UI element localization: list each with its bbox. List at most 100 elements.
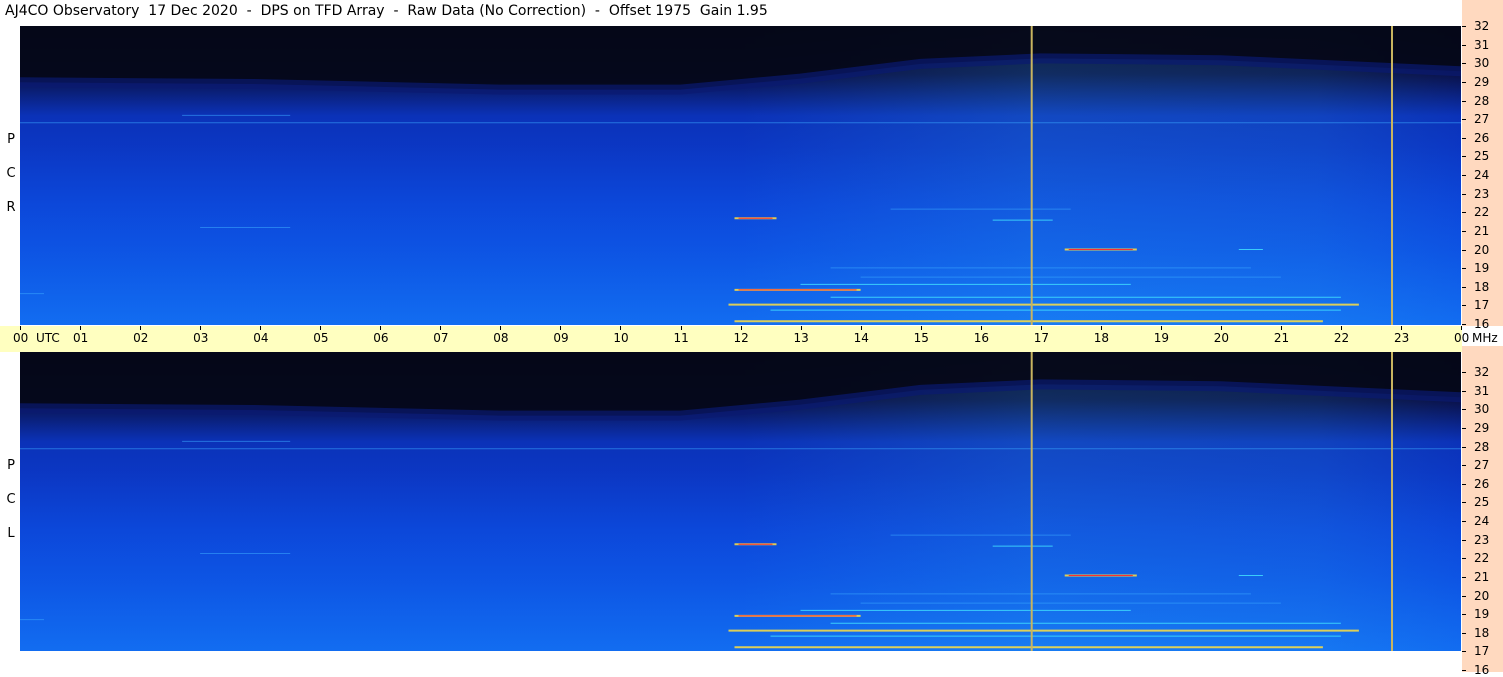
lcp-spectrogram-svg bbox=[20, 352, 1461, 651]
lcp-freq-label-16: 16 bbox=[1474, 663, 1490, 677]
time-tick bbox=[920, 326, 922, 330]
time-tick bbox=[1461, 326, 1462, 330]
time-label-3: 03 bbox=[193, 331, 209, 345]
time-tick bbox=[680, 326, 682, 330]
rcp-freq-label-29: 29 bbox=[1474, 74, 1490, 89]
lcp-frequency-axis: 32 31 30 29 28 27 26 25 24 23 22 21 20 19 18 17 16 bbox=[1462, 346, 1503, 676]
lcp-freq-label-30: 30 bbox=[1474, 402, 1490, 417]
lcp-freq-tick bbox=[1462, 465, 1466, 467]
time-label-21: 21 bbox=[1273, 331, 1290, 345]
rcp-freq-label-26: 26 bbox=[1474, 130, 1490, 145]
time-tick bbox=[860, 326, 862, 330]
time-label-9: 09 bbox=[553, 331, 569, 345]
rcp-freq-tick bbox=[1462, 286, 1466, 288]
time-label-5: 05 bbox=[313, 331, 329, 345]
rcp-freq-label-17: 17 bbox=[1474, 298, 1490, 313]
rcp-freq-label-30: 30 bbox=[1474, 56, 1490, 71]
time-tick bbox=[620, 326, 622, 330]
chart-title: AJ4CO Observatory 17 Dec 2020 - DPS on T… bbox=[5, 3, 768, 19]
rcp-freq-tick bbox=[1462, 26, 1466, 27]
time-tick bbox=[380, 326, 382, 330]
rcp-label-letter-c: C bbox=[6, 166, 16, 181]
time-label-20: 20 bbox=[1213, 331, 1230, 345]
lcp-spectrogram bbox=[20, 352, 1461, 651]
rcp-freq-tick bbox=[1462, 81, 1466, 83]
lcp-freq-tick bbox=[1462, 670, 1466, 671]
lcp-label: P C L bbox=[4, 458, 18, 560]
time-label-22: 22 bbox=[1333, 331, 1350, 345]
rcp-freq-tick bbox=[1462, 249, 1466, 251]
lcp-freq-label-28: 28 bbox=[1474, 439, 1490, 454]
lcp-freq-label-29: 29 bbox=[1474, 420, 1490, 435]
time-tick bbox=[1100, 326, 1102, 330]
lcp-freq-tick bbox=[1462, 539, 1466, 541]
time-label-0: 00 bbox=[13, 331, 29, 345]
lcp-freq-label-27: 27 bbox=[1474, 458, 1490, 473]
rcp-freq-label-25: 25 bbox=[1474, 149, 1490, 164]
lcp-freq-label-23: 23 bbox=[1474, 532, 1490, 547]
rcp-freq-tick bbox=[1462, 100, 1466, 102]
time-tick bbox=[500, 326, 502, 330]
lcp-freq-tick bbox=[1462, 614, 1466, 616]
rcp-spectrogram bbox=[20, 26, 1461, 325]
lcp-freq-tick bbox=[1462, 502, 1466, 504]
time-label-23: 23 bbox=[1394, 331, 1410, 345]
time-tick bbox=[20, 326, 21, 330]
lcp-freq-tick bbox=[1462, 521, 1466, 522]
lcp-freq-label-20: 20 bbox=[1474, 588, 1490, 603]
time-label-1: 01 bbox=[73, 331, 89, 345]
rcp-freq-label-23: 23 bbox=[1474, 186, 1490, 201]
lcp-freq-tick bbox=[1462, 372, 1466, 373]
rcp-freq-label-24: 24 bbox=[1474, 168, 1490, 182]
rcp-label: P C R bbox=[4, 132, 18, 234]
time-label-14: 14 bbox=[853, 331, 869, 345]
time-label-16: 16 bbox=[973, 331, 989, 345]
lcp-freq-tick bbox=[1462, 409, 1466, 411]
time-label-2: 02 bbox=[133, 331, 149, 345]
rcp-freq-tick bbox=[1462, 212, 1466, 214]
time-tick bbox=[260, 326, 262, 330]
rcp-freq-label-31: 31 bbox=[1474, 37, 1490, 52]
rcp-freq-label-22: 22 bbox=[1474, 205, 1490, 220]
time-label-19: 19 bbox=[1153, 331, 1170, 345]
time-label-12: 12 bbox=[733, 331, 749, 345]
lcp-freq-label-22: 22 bbox=[1474, 551, 1490, 566]
time-tick bbox=[1340, 326, 1342, 330]
time-label-24: 00 bbox=[1454, 331, 1470, 345]
rcp-freq-label-28: 28 bbox=[1474, 93, 1490, 108]
time-tick bbox=[320, 326, 322, 330]
lcp-freq-tick bbox=[1462, 427, 1466, 429]
lcp-freq-tick bbox=[1462, 558, 1466, 560]
rcp-freq-label-19: 19 bbox=[1474, 261, 1490, 276]
lcp-freq-label-19: 19 bbox=[1474, 607, 1490, 622]
lcp-freq-label-21: 21 bbox=[1474, 569, 1490, 584]
time-label-8: 08 bbox=[493, 331, 509, 345]
time-tick bbox=[800, 326, 802, 330]
time-tick bbox=[1040, 326, 1042, 330]
time-tick bbox=[560, 326, 562, 330]
rcp-spectrogram-svg bbox=[20, 26, 1461, 325]
time-tick bbox=[1280, 326, 1282, 330]
time-axis: 00 01 02 03 04 05 06 07 08 09 10 11 12 13 14 15 16 17 18 19… bbox=[0, 326, 1498, 352]
rcp-freq-tick bbox=[1462, 119, 1466, 121]
lcp-freq-tick bbox=[1462, 576, 1466, 578]
time-label-15: 15 bbox=[913, 331, 929, 345]
time-label-13: 13 bbox=[793, 331, 809, 345]
rcp-freq-label-32: 32 bbox=[1474, 19, 1490, 33]
lcp-freq-label-32: 32 bbox=[1474, 365, 1490, 379]
rcp-freq-tick bbox=[1462, 156, 1466, 158]
lcp-freq-tick bbox=[1462, 595, 1466, 597]
rcp-freq-label-27: 27 bbox=[1474, 112, 1490, 127]
rcp-freq-tick bbox=[1462, 268, 1466, 270]
time-tick bbox=[1401, 326, 1402, 330]
time-label-17: 17 bbox=[1033, 331, 1049, 345]
time-label-11: 11 bbox=[673, 331, 689, 345]
time-tick bbox=[80, 326, 81, 330]
rcp-label-letter-r: P bbox=[7, 132, 15, 147]
rcp-label-letter-p: R bbox=[6, 200, 16, 215]
rcp-freq-tick bbox=[1462, 175, 1466, 176]
lcp-label-letter-l: P bbox=[7, 458, 15, 473]
time-tick bbox=[740, 326, 742, 330]
time-tick bbox=[440, 326, 442, 330]
rcp-freq-label-20: 20 bbox=[1474, 242, 1490, 257]
